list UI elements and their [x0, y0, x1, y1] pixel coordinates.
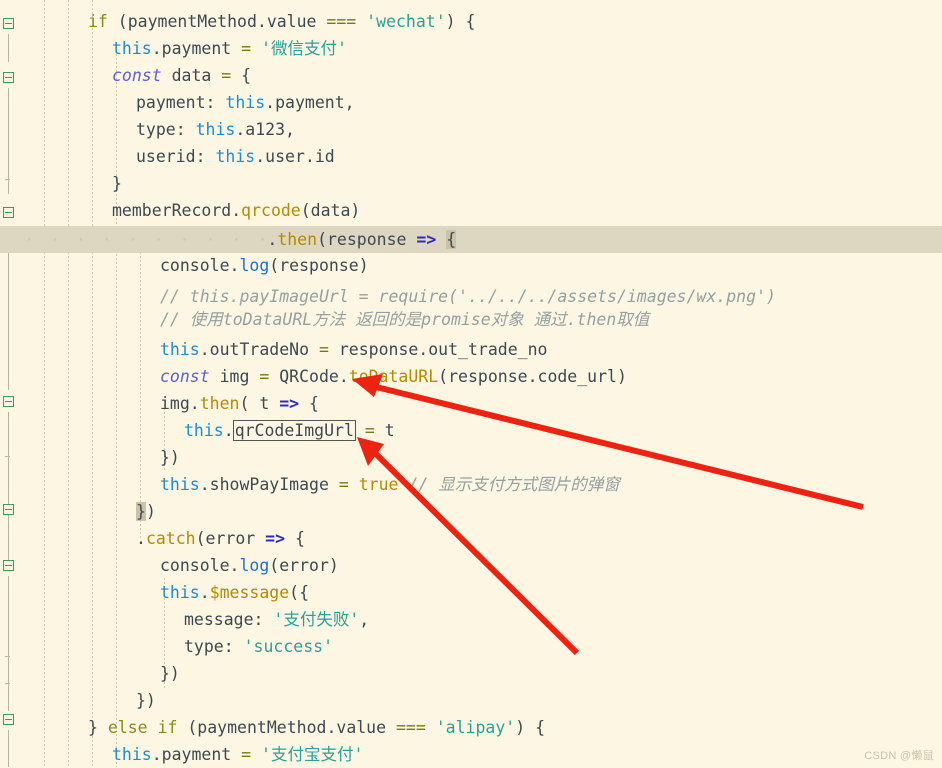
code-line[interactable]: message: '支付失败',	[0, 606, 942, 633]
code-line[interactable]: })	[0, 660, 942, 687]
code-line[interactable]: .catch(error => {	[0, 525, 942, 552]
search-match-highlight[interactable]: qrCodeImgUrl	[232, 420, 356, 441]
matching-brace: }	[136, 502, 146, 521]
code-line[interactable]: payment: this.payment,	[0, 89, 942, 116]
csdn-watermark: CSDN @懒鼠	[864, 750, 934, 762]
code-editor[interactable]: if (paymentMethod.value === 'wechat') { …	[0, 0, 942, 767]
code-line[interactable]: this.outTradeNo = response.out_trade_no	[0, 336, 942, 363]
code-line[interactable]: this.$message({	[0, 579, 942, 606]
code-line[interactable]: this.qrCodeImgUrl = t	[0, 417, 942, 444]
code-line[interactable]: }	[0, 170, 942, 197]
code-line[interactable]: this.payment = '微信支付'	[0, 35, 942, 62]
code-content[interactable]: if (paymentMethod.value === 'wechat') { …	[0, 0, 942, 767]
code-line[interactable]: this.payment = '支付宝支付'	[0, 741, 942, 768]
code-line[interactable]: memberRecord.qrcode(data)	[0, 197, 942, 224]
code-line[interactable]: })	[0, 498, 942, 525]
token-keyword: if	[88, 12, 108, 31]
code-line-highlighted[interactable]: · · · · · · · · · ·.then(response => {	[0, 226, 942, 253]
matching-brace: {	[446, 230, 457, 249]
code-line[interactable]: const data = {	[0, 62, 942, 89]
code-line[interactable]: if (paymentMethod.value === 'wechat') {	[0, 8, 942, 35]
code-line-comment[interactable]: // 使用toDataURL方法 返回的是promise对象 通过.then取值	[0, 306, 942, 333]
code-line[interactable]: type: this.a123,	[0, 116, 942, 143]
code-line[interactable]: this.showPayImage = true // 显示支付方式图片的弹窗	[0, 471, 942, 498]
code-line[interactable]: })	[0, 444, 942, 471]
code-line[interactable]: })	[0, 687, 942, 714]
code-line[interactable]: console.log(error)	[0, 552, 942, 579]
code-line[interactable]: } else if (paymentMethod.value === 'alip…	[0, 714, 942, 741]
code-line[interactable]: const img = QRCode.toDataURL(response.co…	[0, 363, 942, 390]
code-line[interactable]: userid: this.user.id	[0, 143, 942, 170]
code-line[interactable]: img.then( t => {	[0, 390, 942, 417]
code-line[interactable]: type: 'success'	[0, 633, 942, 660]
code-line[interactable]: console.log(response)	[0, 252, 942, 279]
